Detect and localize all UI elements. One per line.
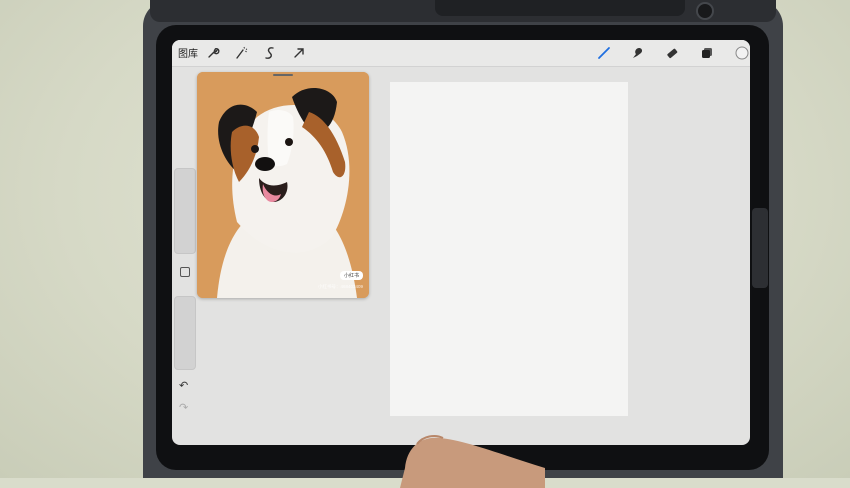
reference-window[interactable]: 小红书 小红书号：468403409	[197, 72, 369, 298]
camera-icon	[696, 2, 714, 20]
redo-icon[interactable]: ↷	[179, 401, 188, 414]
magic-wand-icon[interactable]	[231, 43, 251, 63]
drawing-canvas[interactable]	[390, 82, 628, 416]
layers-icon[interactable]	[697, 43, 717, 63]
eraser-icon[interactable]	[662, 43, 682, 63]
brush-icon[interactable]	[594, 43, 614, 63]
wrench-icon[interactable]	[203, 43, 223, 63]
brush-size-slider[interactable]	[174, 168, 196, 254]
top-toolbar: 图库	[172, 40, 750, 67]
modify-button[interactable]	[180, 267, 190, 277]
opacity-slider[interactable]	[174, 296, 196, 370]
selection-icon[interactable]	[260, 43, 280, 63]
dog-photo	[197, 72, 369, 298]
transform-arrow-icon[interactable]	[289, 43, 309, 63]
side-button	[752, 208, 768, 288]
hand	[400, 435, 545, 488]
undo-icon[interactable]: ↶	[179, 379, 188, 392]
watermark-badge: 小红书	[339, 271, 363, 280]
pencil-slot	[435, 0, 685, 16]
gallery-button[interactable]: 图库	[178, 45, 198, 60]
tablet-screen: 图库 ↶ ↷ 小红书 小红书号：468403409	[172, 40, 750, 445]
watermark-caption: 小红书号：468403409	[317, 284, 363, 289]
color-swatch[interactable]	[732, 43, 750, 63]
reference-drag-handle[interactable]	[273, 74, 293, 76]
smudge-icon[interactable]	[627, 43, 647, 63]
sidebar: ↶ ↷	[174, 168, 196, 420]
